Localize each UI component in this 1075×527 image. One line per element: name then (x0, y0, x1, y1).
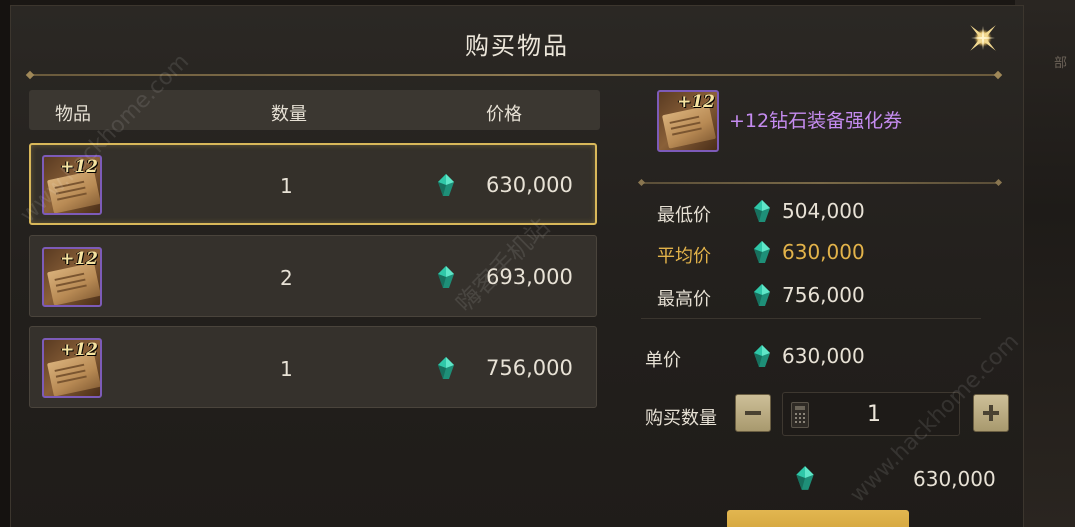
min-price-value: 504,000 (782, 199, 865, 223)
max-price-label: 最高价 (657, 289, 711, 310)
buy-button[interactable] (727, 510, 909, 527)
listing-row[interactable]: +12 1 630,000 (29, 143, 597, 225)
gem-icon (754, 284, 770, 306)
table-header: 物品 数量 价格 (29, 90, 600, 130)
enhancement-scroll-icon: +12 (42, 247, 102, 307)
unit-price-label: 单价 (645, 350, 681, 371)
row-price: 756,000 (486, 356, 573, 380)
item-enhance-badge: +12 (60, 340, 98, 360)
avg-price-value: 630,000 (782, 240, 865, 264)
increase-quantity-button[interactable] (973, 394, 1009, 432)
max-price-value: 756,000 (782, 283, 865, 307)
header-divider (29, 74, 999, 76)
purchase-dialog: 购买物品 物品 数量 价格 +12 1 630,000 +12 2 693,00… (10, 5, 1024, 527)
avg-price-label: 平均价 (657, 246, 711, 267)
enhancement-scroll-icon: +12 (657, 90, 719, 152)
gem-icon (754, 241, 770, 263)
row-price: 630,000 (486, 173, 573, 197)
buy-quantity-label: 购买数量 (645, 408, 717, 429)
gem-icon (438, 266, 454, 288)
gem-icon (754, 200, 770, 222)
close-star-icon (970, 25, 996, 51)
row-price: 693,000 (486, 265, 573, 289)
dialog-title: 购买物品 (465, 32, 569, 60)
background-right: 部 (1015, 0, 1075, 527)
detail-item-icon-frame: +12 (657, 90, 719, 152)
enhancement-scroll-icon: +12 (42, 155, 102, 215)
item-enhance-badge: +12 (60, 249, 98, 269)
background-side-text: 部 (1053, 56, 1067, 71)
column-header-price: 价格 (486, 104, 522, 125)
detail-item-name: +12钻石装备强化券 (729, 110, 903, 132)
quantity-input-value: 1 (867, 402, 881, 427)
background-left (0, 0, 10, 527)
enhancement-scroll-icon: +12 (42, 338, 102, 398)
detail-enhance-badge: +12 (677, 92, 715, 112)
minus-icon (745, 411, 761, 415)
unit-price-value: 630,000 (782, 344, 865, 368)
stats-separator (641, 318, 981, 319)
item-enhance-badge: +12 (60, 157, 98, 177)
close-button[interactable] (963, 18, 1003, 58)
row-quantity: 1 (280, 357, 293, 381)
gem-icon (796, 466, 814, 490)
min-price-label: 最低价 (657, 205, 711, 226)
listing-row[interactable]: +12 1 756,000 (29, 326, 597, 408)
row-quantity: 1 (280, 174, 293, 198)
calculator-icon[interactable] (791, 402, 809, 428)
column-header-quantity: 数量 (271, 104, 307, 125)
gem-icon (438, 357, 454, 379)
row-quantity: 2 (280, 266, 293, 290)
listing-row[interactable]: +12 2 693,000 (29, 235, 597, 317)
detail-divider (641, 182, 999, 184)
decrease-quantity-button[interactable] (735, 394, 771, 432)
column-header-item: 物品 (55, 104, 91, 125)
plus-icon (983, 405, 999, 421)
total-price-value: 630,000 (913, 467, 996, 491)
quantity-input[interactable]: 1 (782, 392, 960, 436)
gem-icon (438, 174, 454, 196)
gem-icon (754, 345, 770, 367)
